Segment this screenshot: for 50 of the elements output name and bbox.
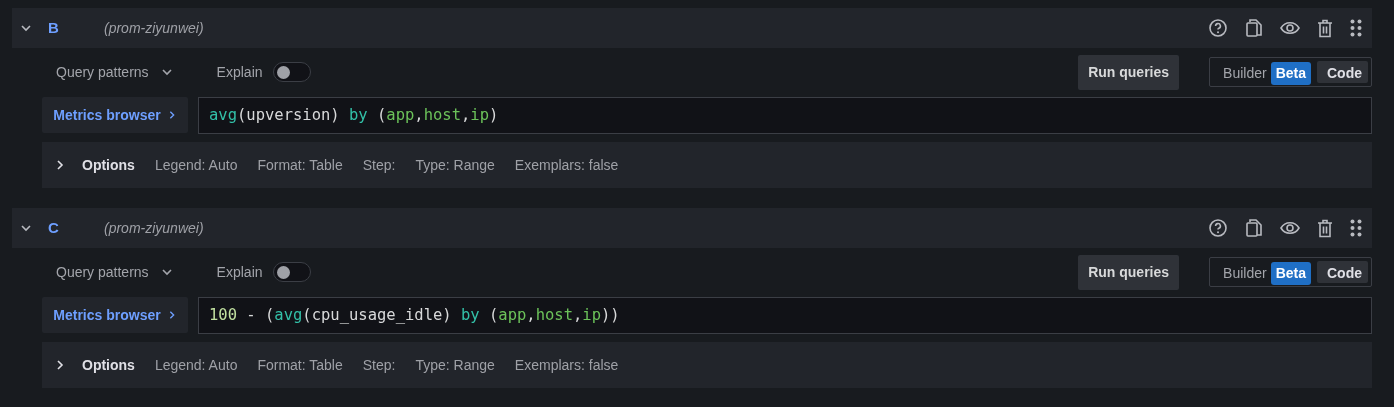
option-summary: Step: [362,155,396,175]
copy-icon[interactable] [1245,218,1263,238]
option-summary: Legend: Auto [154,155,238,175]
trash-icon[interactable] [1317,18,1333,38]
query-ref: B [48,17,60,38]
options-toggle[interactable]: Options [54,154,135,176]
chevron-icon [54,159,66,171]
caret-icon [160,266,173,278]
beta-badge: Beta [1270,261,1311,285]
metrics-browser-button[interactable]: Metrics browser [42,297,188,333]
help-icon[interactable] [1208,18,1228,38]
explain-toggle[interactable] [272,62,311,82]
query-input[interactable]: avg(upversion) by (app,host,ip) [198,97,1372,134]
mode-tab[interactable]: Code [1317,261,1368,283]
option-summary: Step: [362,355,396,375]
beta-badge: Beta [1270,61,1311,85]
run-queries-button[interactable]: Run queries [1078,54,1180,90]
explain-label: Explain [216,262,263,282]
option-summary: Format: Table [257,155,343,175]
query-patterns-dropdown[interactable]: Query patterns [42,61,173,83]
chevron-icon [54,359,66,371]
option-summary: Legend: Auto [154,355,238,375]
drag-handle-icon[interactable] [1350,219,1362,237]
option-summary: Format: Table [257,355,343,375]
option-summary: Exemplars: false [514,355,619,375]
eye-icon[interactable] [1280,21,1300,35]
query-ref: C [48,217,60,238]
option-summary: Type: Range [415,355,495,375]
datasource-name: (prom-ziyunwei) [104,218,204,238]
datasource-name: (prom-ziyunwei) [104,18,204,38]
query-input[interactable]: 100 - (avg(cpu_usage_idle) by (app,host,ip)) [198,297,1372,334]
copy-icon[interactable] [1245,18,1263,38]
explain-toggle[interactable] [272,262,311,282]
option-summary: Exemplars: false [514,155,619,175]
query-patterns-dropdown[interactable]: Query patterns [42,261,173,283]
trash-icon[interactable] [1317,218,1333,238]
metrics-browser-button[interactable]: Metrics browser [42,97,188,133]
mode-tab[interactable]: Builder Beta [1213,261,1317,283]
options-toggle[interactable]: Options [54,354,135,376]
collapse-toggle[interactable] [20,22,32,34]
explain-label: Explain [216,62,263,82]
caret-icon [160,66,173,78]
collapse-toggle[interactable] [20,222,32,234]
run-queries-button[interactable]: Run queries [1078,254,1180,290]
option-summary: Type: Range [415,155,495,175]
mode-tab[interactable]: Builder Beta [1213,61,1317,83]
mode-tab[interactable]: Code [1317,61,1368,83]
eye-icon[interactable] [1280,221,1300,235]
drag-handle-icon[interactable] [1350,19,1362,37]
help-icon[interactable] [1208,218,1228,238]
